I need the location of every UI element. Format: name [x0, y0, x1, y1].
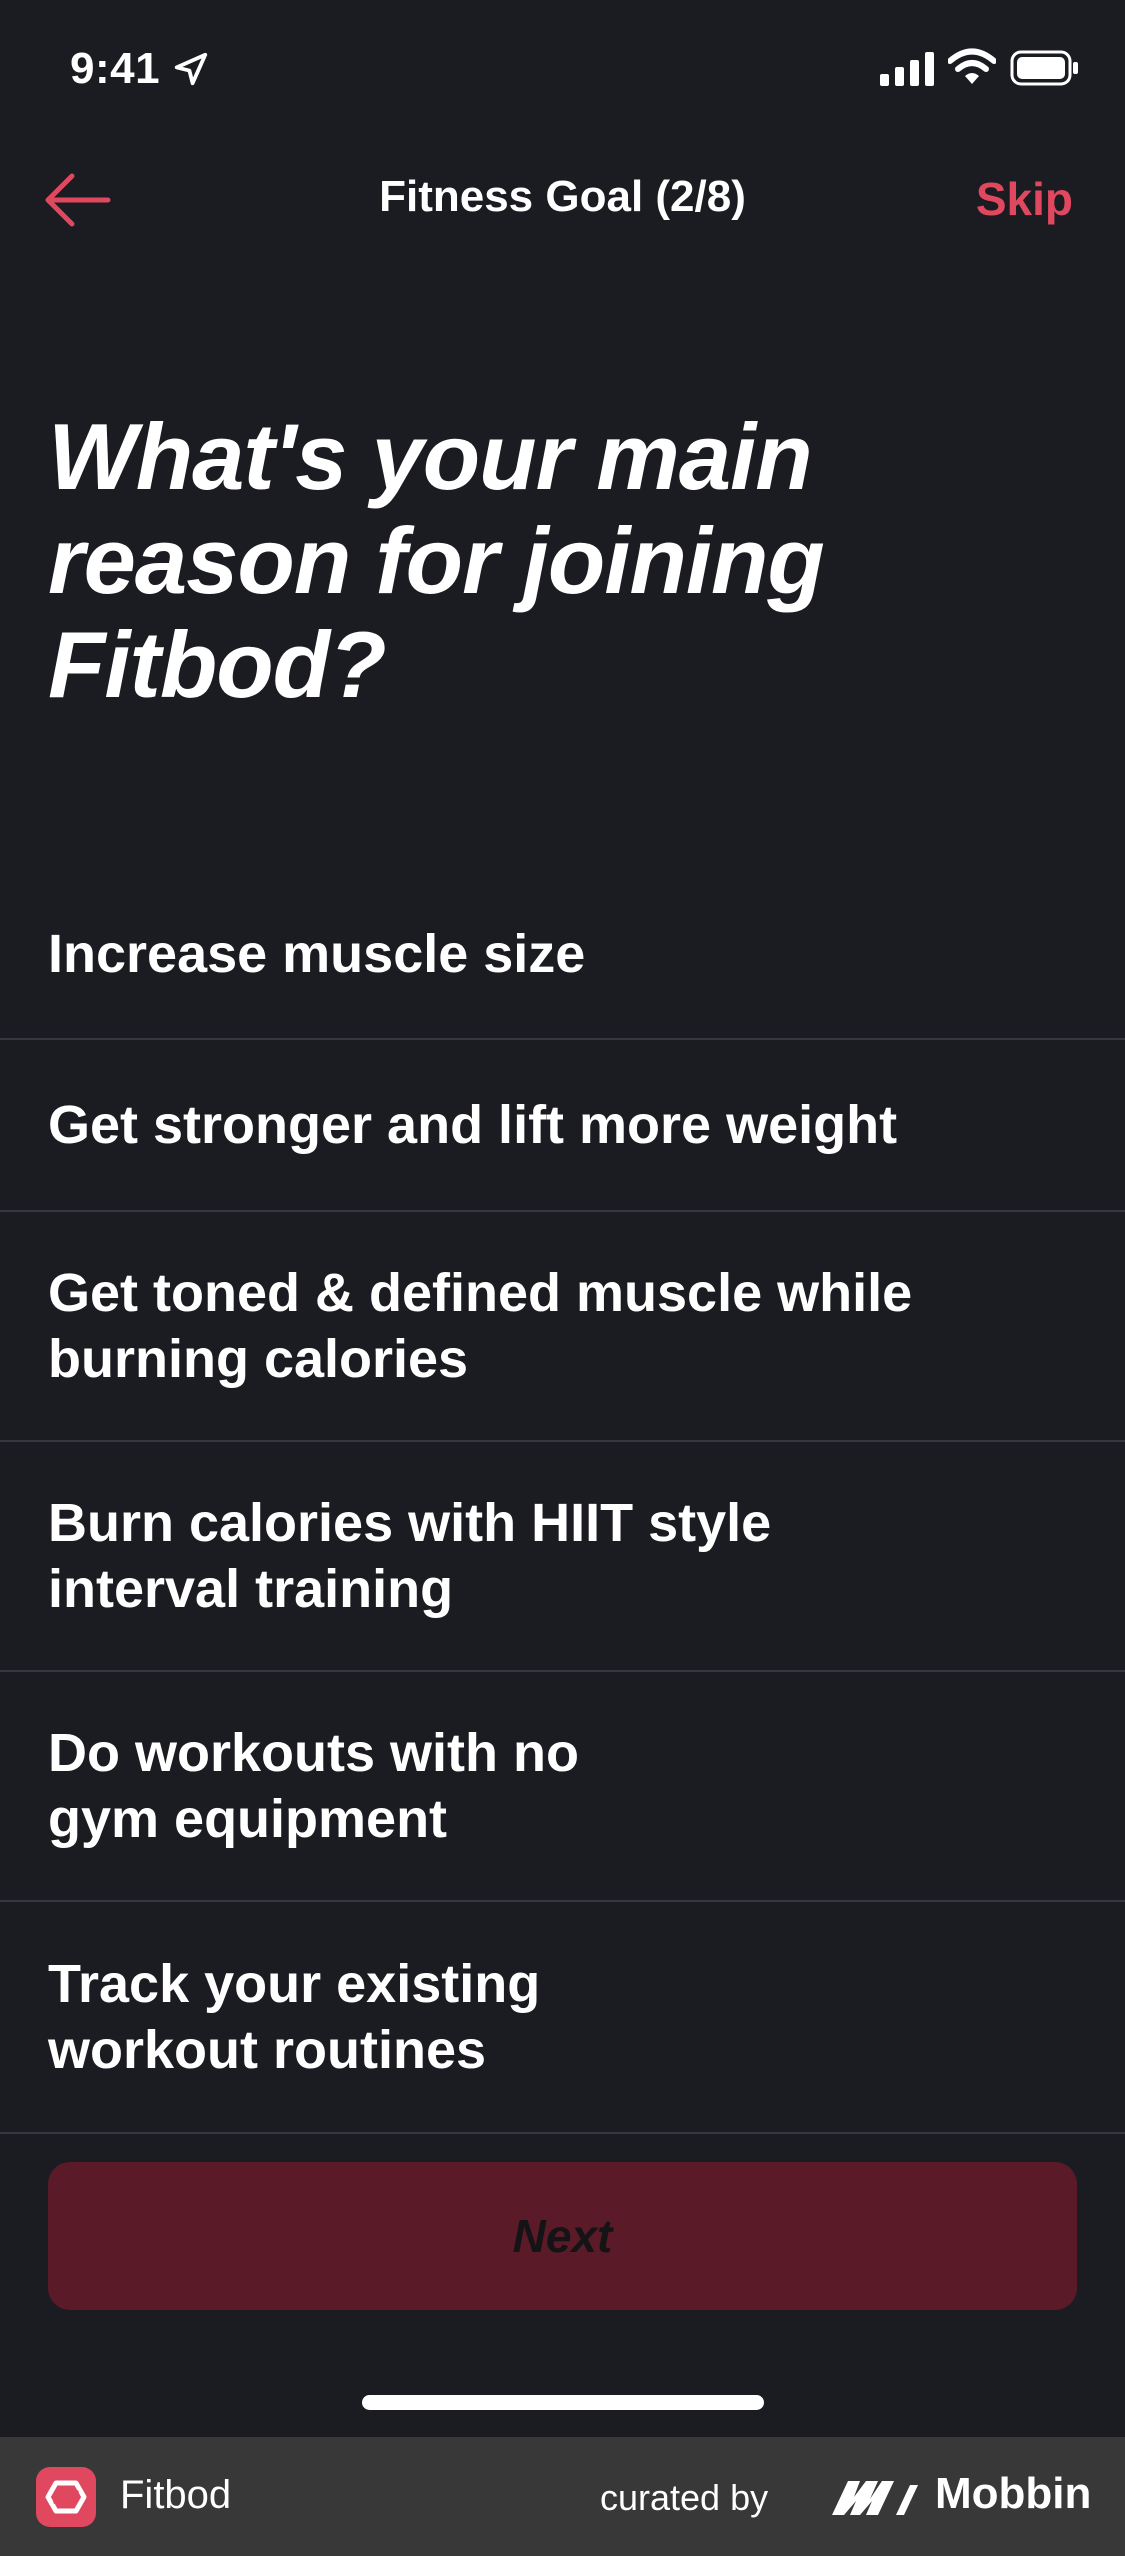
home-indicator — [362, 2395, 764, 2410]
footer-app-name: Fitbod — [120, 2473, 232, 2517]
option-get-toned[interactable]: Get toned & defined muscle while burning… — [0, 1212, 1125, 1442]
app-screen: 9:41 Fitness Goal (2/8) Skip What's your… — [0, 0, 1125, 2437]
footer-bar: Fitbod curated by Mobbin — [0, 2437, 1125, 2556]
mobbin-logo-icon — [832, 2481, 918, 2515]
status-time: 9:41 — [70, 44, 161, 93]
fitbod-logo-icon — [36, 2467, 96, 2527]
option-label: Burn calories with HIIT style interval t… — [48, 1493, 772, 1619]
skip-button[interactable]: Skip — [976, 172, 1073, 226]
option-increase-muscle-size[interactable]: Increase muscle size — [0, 870, 1125, 1040]
question-heading: What's your main reason for joining Fitb… — [48, 404, 825, 717]
cellular-signal-icon — [880, 52, 934, 86]
option-hiit-training[interactable]: Burn calories with HIIT style interval t… — [0, 1442, 1125, 1672]
location-arrow-icon — [174, 52, 208, 86]
next-button[interactable]: Next — [48, 2162, 1077, 2310]
nav-header: Fitness Goal (2/8) Skip — [0, 150, 1125, 250]
option-label: Increase muscle size — [48, 924, 586, 984]
option-track-routines[interactable]: Track your existing workout routines — [0, 1902, 1125, 2134]
option-label: Get stronger and lift more weight — [48, 1095, 898, 1155]
status-bar: 9:41 — [0, 0, 1125, 140]
option-label: Do workouts with no gym equipment — [48, 1723, 579, 1849]
page-title: Fitness Goal (2/8) — [379, 172, 746, 221]
option-label: Track your existing workout routines — [48, 1954, 541, 2080]
footer-brand-name: Mobbin — [935, 2469, 1092, 2518]
battery-icon — [1010, 50, 1078, 86]
option-label: Get toned & defined muscle while burning… — [48, 1263, 913, 1389]
option-get-stronger[interactable]: Get stronger and lift more weight — [0, 1040, 1125, 1212]
option-no-equipment[interactable]: Do workouts with no gym equipment — [0, 1672, 1125, 1902]
goal-options-list: Increase muscle size Get stronger and li… — [0, 870, 1125, 2134]
wifi-icon — [948, 48, 996, 84]
footer-curated-by: curated by — [600, 2477, 769, 2518]
